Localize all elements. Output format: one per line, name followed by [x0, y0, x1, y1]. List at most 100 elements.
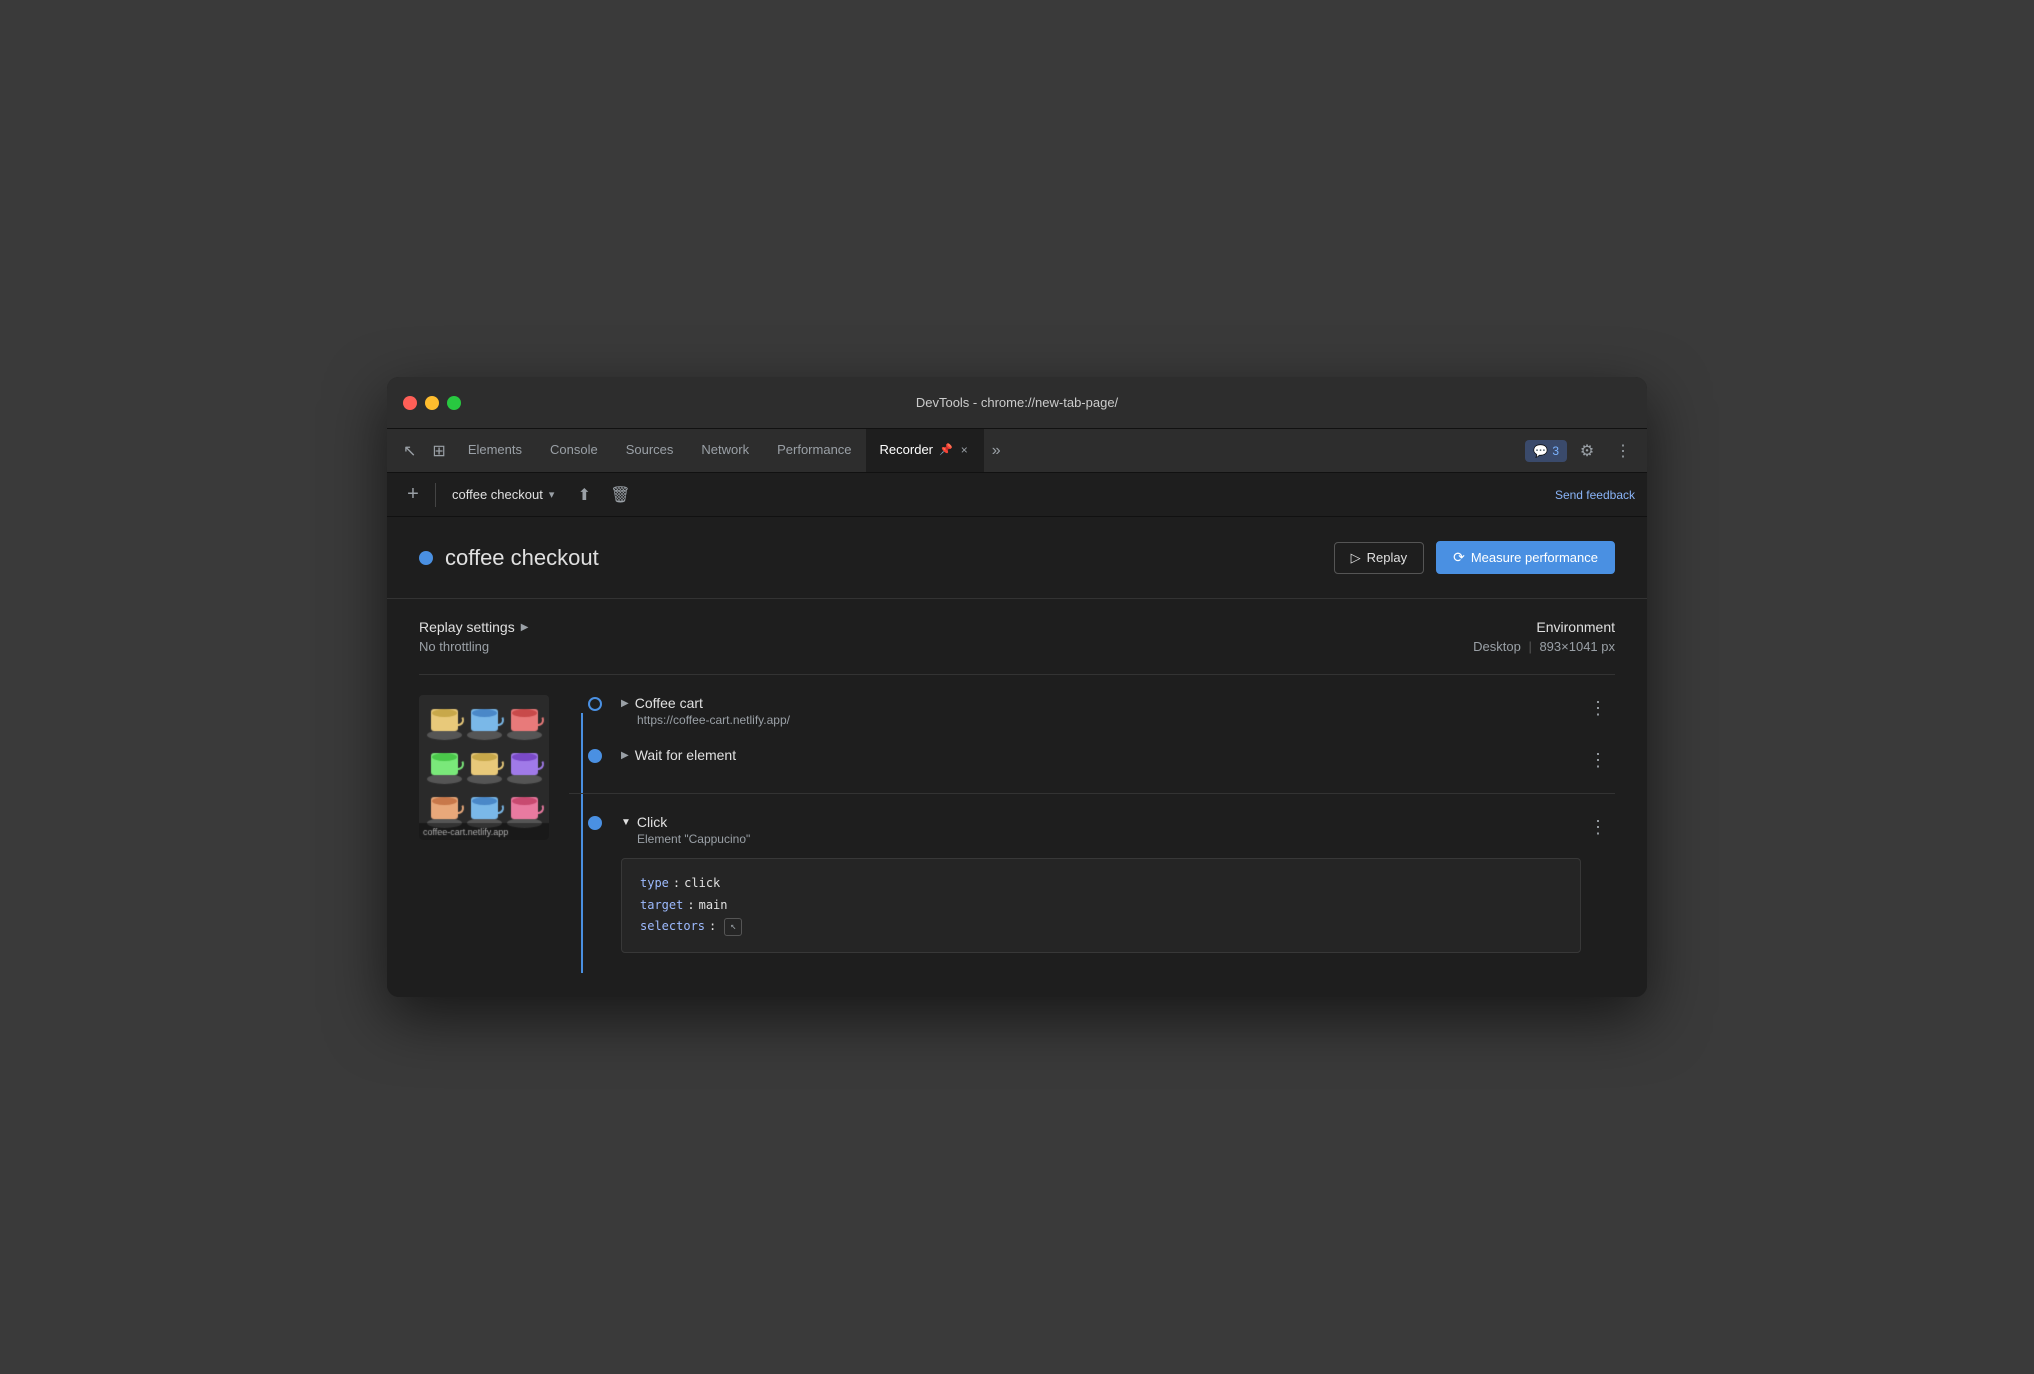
step-3-more-button[interactable]: ⋮	[1581, 814, 1615, 840]
tab-console[interactable]: Console	[536, 429, 612, 472]
step-dot-container-3	[569, 814, 621, 830]
code-target-key: target	[640, 895, 683, 917]
step-dot-1	[588, 697, 602, 711]
measure-performance-button[interactable]: ⟳ Measure performance	[1436, 541, 1615, 574]
throttling-label: No throttling	[419, 639, 528, 654]
more-options-button[interactable]: ⋮	[1607, 435, 1639, 467]
recording-header: coffee checkout ▷ Replay ⟳ Measure perfo…	[419, 541, 1615, 574]
close-button[interactable]	[403, 396, 417, 410]
step-2-more-button[interactable]: ⋮	[1581, 747, 1615, 773]
title-bar: DevTools - chrome://new-tab-page/	[387, 377, 1647, 429]
step-1-name: Coffee cart	[635, 695, 703, 711]
environment-value: Desktop | 893×1041 px	[1473, 639, 1615, 654]
step-1-header[interactable]: ▶ Coffee cart	[621, 695, 1581, 711]
export-icon: ⬆	[578, 485, 591, 505]
delete-recording-button[interactable]: 🗑	[606, 481, 634, 509]
chat-badge-button[interactable]: 💬 3	[1525, 440, 1567, 462]
code-type-value: click	[684, 873, 720, 895]
code-target-value: main	[699, 895, 728, 917]
cursor-symbol: ↖	[403, 441, 416, 461]
chat-icon: 💬	[1533, 444, 1548, 458]
code-colon-1: :	[673, 873, 680, 895]
settings-right: Environment Desktop | 893×1041 px	[1473, 619, 1615, 654]
resolution-label: 893×1041 px	[1539, 639, 1615, 654]
replay-button[interactable]: ▷ Replay	[1334, 542, 1424, 574]
table-row: ▼ Click Element "Cappucino" type : click	[569, 793, 1615, 953]
step-1-more-button[interactable]: ⋮	[1581, 695, 1615, 721]
table-row: ▶ Wait for element ⋮	[569, 747, 1615, 773]
settings-title-label: Replay settings	[419, 619, 515, 635]
pin-icon: 📌	[939, 443, 953, 456]
steps-timeline: ▶ Coffee cart https://coffee-cart.netlif…	[549, 695, 1615, 973]
recording-title: coffee checkout	[445, 545, 599, 571]
code-colon-3: :	[709, 916, 716, 938]
preview-canvas	[419, 695, 549, 840]
add-recording-button[interactable]: +	[399, 481, 427, 509]
recorder-tab-content: Recorder 📌 ×	[880, 441, 970, 459]
recording-status-dot	[419, 551, 433, 565]
step-1-expand-icon: ▶	[621, 698, 629, 709]
maximize-button[interactable]	[447, 396, 461, 410]
settings-section: Replay settings ▶ No throttling Environm…	[419, 599, 1615, 675]
recording-name-label: coffee checkout	[452, 487, 543, 502]
steps-area: ▶ Coffee cart https://coffee-cart.netlif…	[419, 675, 1615, 973]
replay-label: Replay	[1367, 550, 1407, 565]
devtools-window: DevTools - chrome://new-tab-page/ ↖ ⊞ El…	[387, 377, 1647, 997]
badge-count: 3	[1552, 444, 1559, 458]
step-1-url: https://coffee-cart.netlify.app/	[621, 713, 1581, 727]
code-row-target: target : main	[640, 895, 1562, 917]
step-2-expand-icon: ▶	[621, 750, 629, 761]
step-dot-container-2	[569, 747, 621, 763]
table-row: ▶ Coffee cart https://coffee-cart.netlif…	[569, 695, 1615, 727]
gear-icon: ⚙	[1580, 441, 1594, 461]
step-3-header[interactable]: ▼ Click	[621, 814, 1581, 830]
tab-performance[interactable]: Performance	[763, 429, 865, 472]
step-2-header[interactable]: ▶ Wait for element	[621, 747, 1581, 763]
code-type-key: type	[640, 873, 669, 895]
code-row-type: type : click	[640, 873, 1562, 895]
step-2-name: Wait for element	[635, 747, 736, 763]
delete-icon: 🗑	[610, 485, 630, 505]
tab-elements[interactable]: Elements	[454, 429, 536, 472]
close-tab-icon[interactable]: ×	[959, 441, 970, 459]
step-dot-3	[588, 816, 602, 830]
minimize-button[interactable]	[425, 396, 439, 410]
code-row-selectors: selectors : ↖	[640, 916, 1562, 938]
settings-icon[interactable]: ⚙	[1571, 435, 1603, 467]
devtools-right-actions: 💬 3 ⚙ ⋮	[1525, 429, 1639, 472]
traffic-lights	[403, 396, 461, 410]
toolbar-divider	[435, 483, 436, 507]
step-3-name: Click	[637, 814, 667, 830]
measure-label: Measure performance	[1471, 550, 1598, 565]
play-icon: ▷	[1351, 550, 1361, 566]
tab-recorder[interactable]: Recorder 📌 ×	[866, 429, 984, 472]
measure-icon: ⟳	[1453, 549, 1465, 566]
cursor-icon[interactable]: ↖	[395, 429, 424, 472]
step-3-expand-icon: ▼	[621, 817, 631, 828]
recorder-tab-label: Recorder	[880, 442, 933, 457]
step-content-3: ▼ Click Element "Cappucino" type : click	[621, 814, 1581, 953]
more-tabs-button[interactable]: »	[984, 429, 1009, 472]
tab-sources[interactable]: Sources	[612, 429, 688, 472]
code-colon-2: :	[687, 895, 694, 917]
export-recording-button[interactable]: ⬆	[570, 481, 598, 509]
plus-icon: +	[407, 483, 419, 506]
settings-expand-icon: ▶	[521, 622, 529, 633]
step-dot-container-1	[569, 695, 621, 711]
more-dots-icon: ⋮	[1615, 441, 1631, 461]
settings-left: Replay settings ▶ No throttling	[419, 619, 528, 654]
recording-selector[interactable]: coffee checkout ▾	[444, 483, 562, 506]
step-code-block: type : click target : main selectors	[621, 858, 1581, 953]
code-selectors-key: selectors	[640, 916, 705, 938]
replay-settings-toggle[interactable]: Replay settings ▶	[419, 619, 528, 635]
dropdown-arrow-icon: ▾	[549, 488, 555, 501]
step-dot-2	[588, 749, 602, 763]
send-feedback-link[interactable]: Send feedback	[1555, 488, 1635, 502]
layers-icon[interactable]: ⊞	[424, 429, 453, 472]
tab-network[interactable]: Network	[687, 429, 763, 472]
step-content-2: ▶ Wait for element	[621, 747, 1581, 763]
device-label: Desktop	[1473, 639, 1521, 654]
window-title: DevTools - chrome://new-tab-page/	[916, 395, 1118, 410]
selector-picker-icon[interactable]: ↖	[724, 918, 742, 936]
step-content-1: ▶ Coffee cart https://coffee-cart.netlif…	[621, 695, 1581, 727]
